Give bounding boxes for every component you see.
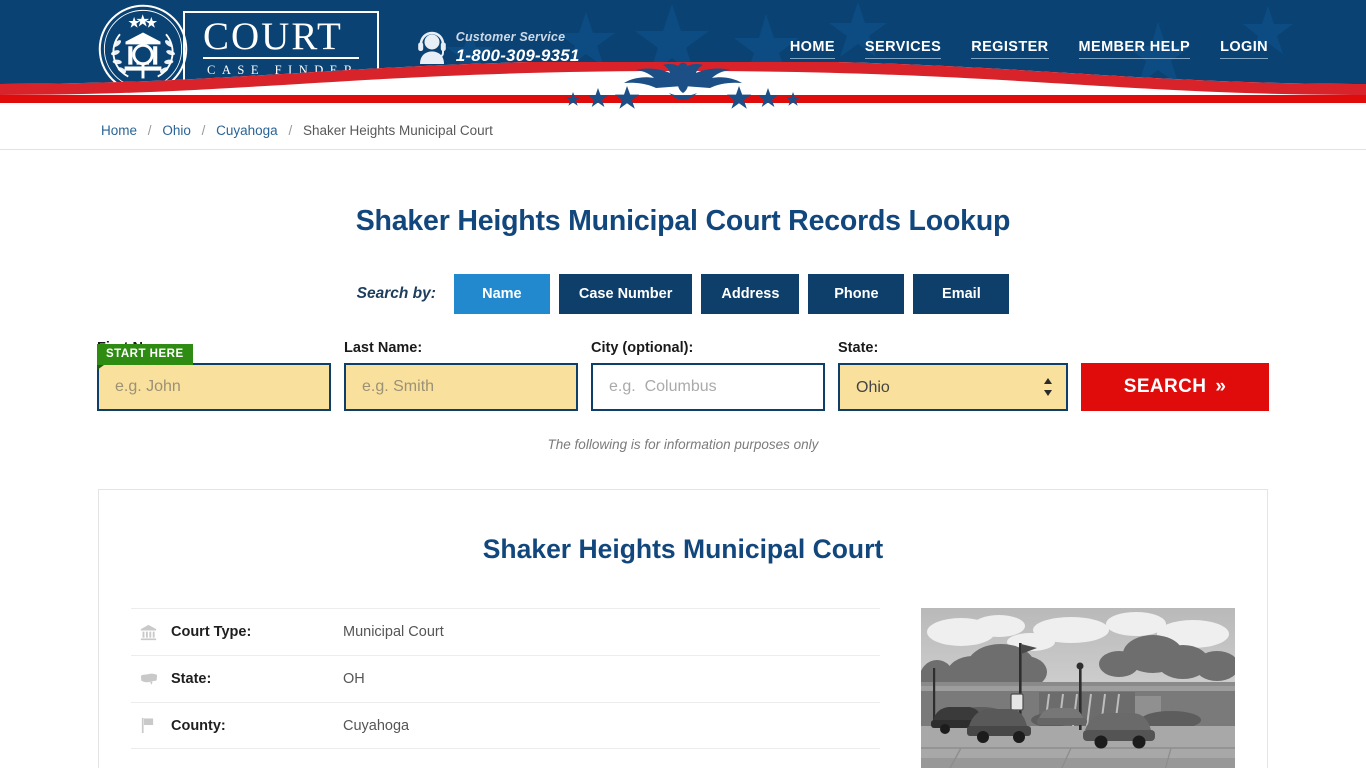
nav-item-login[interactable]: LOGIN (1220, 39, 1268, 59)
disclaimer-text: The following is for information purpose… (547, 437, 819, 452)
table-row: County: Cuyahoga (131, 702, 880, 749)
flag-icon (131, 717, 171, 734)
table-row: State: OH (131, 655, 880, 702)
bank-building-icon (131, 624, 171, 641)
search-by-label: Search by: (356, 285, 436, 302)
tab-phone[interactable]: Phone (808, 274, 905, 314)
fact-label-state: State: (171, 671, 212, 687)
search-type-tabs: Search by: Name Case Number Address Phon… (0, 274, 1366, 314)
breadcrumb-separator: / (201, 123, 206, 138)
court-facts-table: Court Type: Municipal Court State: OH Co… (131, 608, 880, 768)
city-label: City (optional): (591, 340, 694, 356)
us-map-icon (131, 672, 171, 686)
headset-support-icon (417, 32, 446, 65)
logo-title: COURT (203, 16, 359, 60)
site-header: COURT CASE FINDER Customer Service 1-800… (0, 0, 1366, 112)
fact-label-county: County: (171, 717, 226, 734)
breadcrumb-item-ohio[interactable]: Ohio (162, 123, 191, 138)
courthouse-photo (920, 608, 1235, 768)
table-row: Court Type: Municipal Court (131, 608, 880, 655)
tab-email[interactable]: Email (913, 274, 1010, 314)
last-name-input[interactable] (344, 363, 578, 411)
breadcrumb-item-current: Shaker Heights Municipal Court (303, 123, 493, 138)
breadcrumb: Home / Ohio / Cuyahoga / Shaker Heights … (101, 123, 493, 138)
nav-item-home[interactable]: HOME (789, 39, 835, 59)
tab-case-number[interactable]: Case Number (558, 274, 693, 314)
first-name-input[interactable] (97, 363, 331, 411)
tab-address[interactable]: Address (701, 274, 800, 314)
search-form-row: First Name: Last Name: City (optional): … (0, 340, 1366, 411)
field-city: City (optional): (591, 340, 825, 411)
breadcrumb-separator: / (288, 123, 293, 138)
nav-item-member-help[interactable]: MEMBER HELP (1078, 39, 1191, 59)
court-card-body: Court Type: Municipal Court State: OH Co… (131, 608, 1235, 768)
tab-name[interactable]: Name (453, 274, 550, 314)
page-title: Shaker Heights Municipal Court Records L… (355, 205, 1011, 237)
courthouse-photo-image (920, 608, 1235, 768)
field-last-name: Last Name: (344, 340, 578, 411)
nav-item-register[interactable]: REGISTER (971, 39, 1049, 59)
search-button-label: SEARCH (1123, 376, 1207, 397)
breadcrumb-separator: / (147, 123, 152, 138)
court-name-title: Shaker Heights Municipal Court (482, 534, 884, 564)
double-chevron-right-icon: » (1215, 376, 1227, 397)
main-navigation: HOME SERVICES REGISTER MEMBER HELP LOGIN (789, 39, 1268, 59)
customer-service-label: Customer Service (455, 30, 566, 45)
nav-item-services[interactable]: SERVICES (864, 39, 942, 59)
search-button[interactable]: SEARCH » (1081, 363, 1269, 411)
search-form: START HERE First Name: Last Name: City (… (0, 340, 1366, 452)
fact-value-county: Cuyahoga (343, 717, 410, 734)
breadcrumb-item-cuyahoga[interactable]: Cuyahoga (216, 123, 278, 138)
start-here-badge: START HERE (97, 344, 193, 370)
field-state: State: OhioAlabamaAlaskaArizonaCaliforni… (838, 340, 1069, 411)
fact-value-state: OH (343, 671, 365, 687)
last-name-label: Last Name: (344, 340, 423, 356)
patriotic-swoosh-decoration (0, 62, 1366, 112)
breadcrumb-bar: Home / Ohio / Cuyahoga / Shaker Heights … (0, 112, 1366, 150)
fact-value-court-type: Municipal Court (343, 624, 444, 640)
state-select[interactable]: OhioAlabamaAlaskaArizonaCaliforniaFlorid… (838, 363, 1069, 411)
breadcrumb-item-home[interactable]: Home (101, 123, 137, 138)
fact-label-court-type: Court Type: (171, 624, 252, 640)
city-input[interactable] (591, 363, 825, 411)
state-label: State: (838, 340, 879, 356)
court-info-card: Shaker Heights Municipal Court Court Typ… (98, 489, 1268, 768)
